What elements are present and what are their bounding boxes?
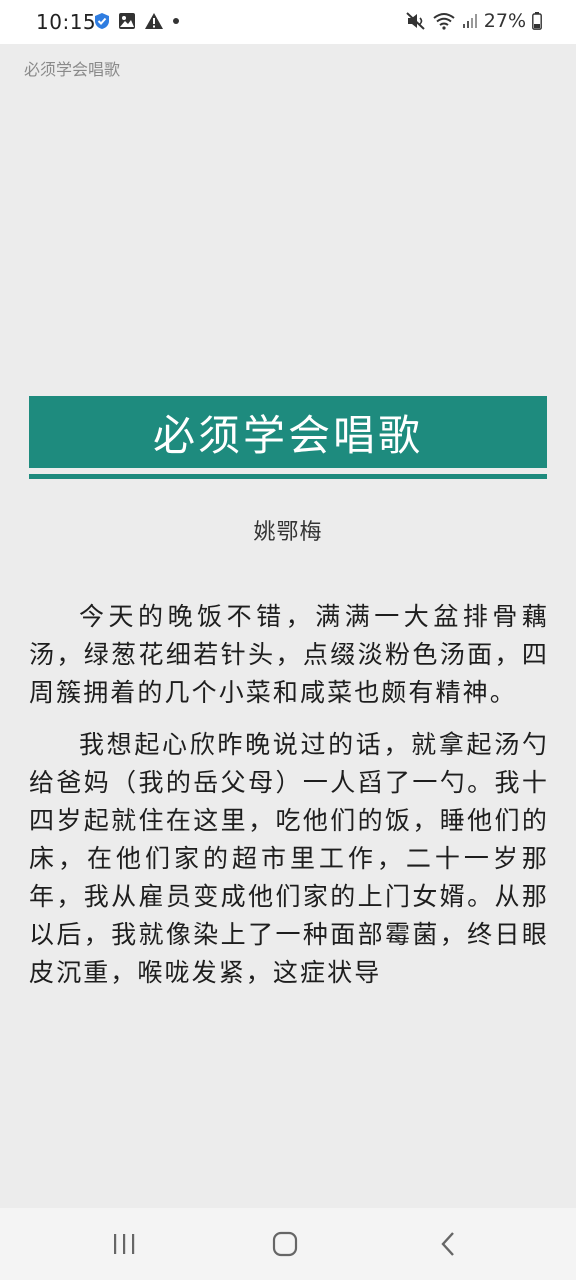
paragraph: 今天的晚饭不错，满满一大盆排骨藕汤，绿葱花细若针头，点缀淡粉色汤面，四周簇拥着的… <box>29 602 549 707</box>
signal-icon <box>462 13 478 29</box>
status-time: 10:15 <box>36 10 97 34</box>
chapter-title: 必须学会唱歌 <box>152 410 423 460</box>
back-icon <box>438 1231 458 1257</box>
dot-icon <box>172 17 180 25</box>
reader-screen: 10:15 27% 必须学会唱歌 必须学会唱歌 姚鄂梅 今天的晚饭不错，满满一大… <box>0 0 576 1280</box>
banner-underline <box>29 474 547 479</box>
image-icon <box>118 12 136 30</box>
back-button[interactable] <box>428 1226 468 1262</box>
battery-icon <box>532 12 542 30</box>
home-button[interactable] <box>265 1226 305 1262</box>
author-name: 姚鄂梅 <box>253 520 323 545</box>
status-bar: 10:15 27% <box>0 0 576 44</box>
navigation-bar <box>0 1208 576 1280</box>
wifi-icon <box>432 12 456 30</box>
battery-percent: 27% <box>483 10 526 32</box>
notification-icons <box>94 12 180 30</box>
paragraph: 我想起心欣昨晚说过的话，就拿起汤勺给爸妈（我的岳父母）一人舀了一勺。我十四岁起就… <box>29 730 549 987</box>
system-icons: 27% <box>406 10 542 32</box>
recent-apps-button[interactable] <box>104 1226 144 1262</box>
article-body: 今天的晚饭不错，满满一大盆排骨藕汤，绿葱花细若针头，点缀淡粉色汤面，四周簇拥着的… <box>29 598 549 1006</box>
mute-icon <box>406 12 426 30</box>
shield-check-icon <box>94 12 110 30</box>
warning-icon <box>144 12 164 30</box>
book-title-header: 必须学会唱歌 <box>24 60 121 79</box>
recent-apps-icon <box>111 1232 137 1256</box>
chapter-title-banner: 必须学会唱歌 <box>29 396 547 468</box>
home-icon <box>272 1231 298 1257</box>
